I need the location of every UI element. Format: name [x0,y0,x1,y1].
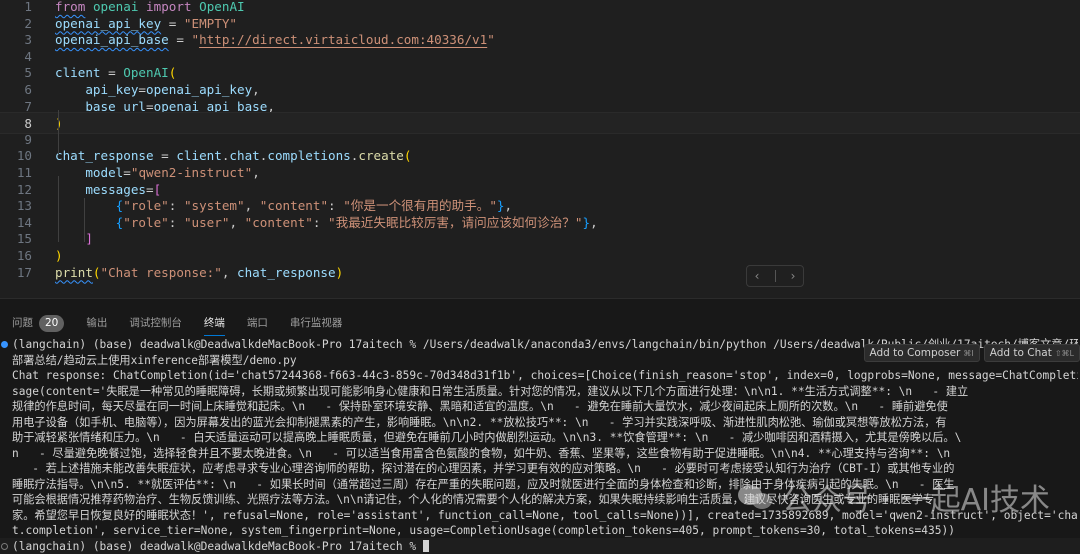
wechat-icon [738,483,774,511]
panel-tab[interactable]: 调试控制台 [129,313,182,333]
code-token: print [55,265,93,280]
chat-action-buttons: Add to Composer⌘IAdd to Chat⇧⌘L [864,344,1080,362]
tab-label: 调试控制台 [129,317,182,329]
add-to-chat-button[interactable]: Add to Chat⇧⌘L [984,344,1080,362]
watermark-text: 公众号 · 一起AI技术 [782,475,1050,519]
indent-guide [58,176,59,242]
tab-label: 终端 [204,317,225,329]
tab-label: 串行监视器 [290,317,343,329]
nav-separator [775,270,776,282]
panel-tab[interactable]: 串行监视器 [290,313,343,333]
tab-label: 输出 [86,317,107,329]
panel-tab[interactable]: 终端 [204,313,225,333]
terminal-line: sage(content='失眠是一种常见的睡眠障碍，长期或频繁出现可能影响身心… [12,384,1078,400]
code-token: chat_response [237,265,336,280]
terminal-line: Chat response: ChatCompletion(id='chat57… [12,368,1078,384]
shortcut-hint: ⌘I [963,349,973,358]
code-token: "Chat response:" [101,265,222,280]
code-text: print("Chat response:", chat_response) [55,262,343,284]
panel-tab[interactable]: 问题 20 [12,313,64,333]
terminal-line: 用电子设备（如手机、电脑等），因为屏幕发出的蓝光会抑制褪黑素的产生，影响睡眠。\… [12,415,1078,431]
terminal-prompt[interactable]: (langchain) (base) deadwalk@DeadwalkdeMa… [12,539,1078,554]
code-token: ) [336,265,344,280]
terminal-cursor [423,540,429,552]
terminal-line: 规律的作息时间，每天尽量在同一时间上床睡觉和起床。\n - 保持卧室环境安静、黑… [12,399,1078,415]
code-line[interactable]: 17 print("Chat response:", chat_response) [0,262,1080,284]
code-editor[interactable]: 1from openai import OpenAI2openai_api_ke… [0,0,1080,298]
command-pending-dot-icon[interactable] [1,543,8,550]
watermark: 公众号 · 一起AI技术 [738,475,1050,519]
chevron-right-icon[interactable]: › [791,269,796,283]
button-label: Add to Composer [870,347,961,359]
indent-guide [58,110,59,154]
terminal-line: t.completion', service_tier=None, system… [12,523,1078,539]
panel-tab[interactable]: 输出 [86,313,107,333]
indent-guide [84,198,85,242]
diff-navigation-control[interactable]: ‹ › [746,265,804,287]
shortcut-hint: ⇧⌘L [1055,349,1074,358]
code-token: , [222,265,237,280]
tab-label: 端口 [247,317,268,329]
chevron-left-icon[interactable]: ‹ [755,269,760,283]
line-number: 17 [0,262,32,284]
button-label: Add to Chat [990,347,1052,359]
tab-label: 问题 [12,317,33,329]
terminal-line: n - 尽量避免晚餐过饱，选择轻食并且不要太晚进食。\n - 可以适当食用富含色… [12,446,1078,462]
command-success-dot-icon[interactable] [1,341,8,348]
panel-tab[interactable]: 端口 [247,313,268,333]
code-token: ( [93,265,101,280]
terminal-line: 助于减轻紧张情绪和压力。\n - 白天适量运动可以提高晚上睡眠质量，但避免在睡前… [12,430,1078,446]
add-to-composer-button[interactable]: Add to Composer⌘I [864,344,980,362]
problems-count-badge: 20 [39,315,64,332]
panel-tabs: 问题 20 输出 调试控制台 终端 端口 串行监视器 [12,313,364,333]
prompt-text: (langchain) (base) deadwalk@DeadwalkdeMa… [12,540,423,553]
